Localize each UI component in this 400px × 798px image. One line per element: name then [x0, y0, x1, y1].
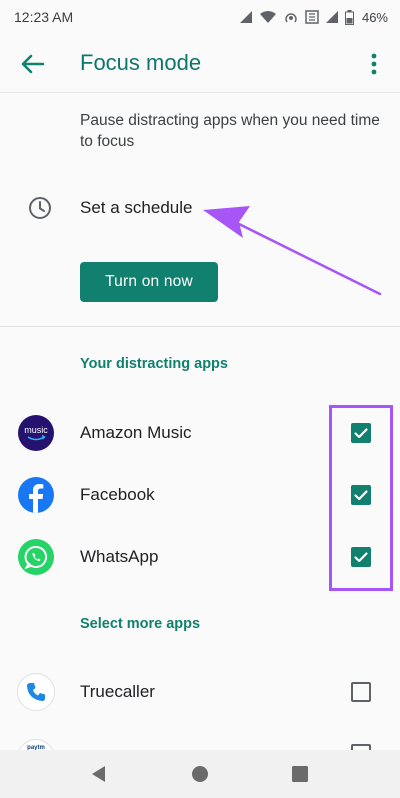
set-schedule-label: Set a schedule	[80, 198, 193, 217]
app-row-paytm[interactable]: paytm	[0, 722, 400, 750]
divider	[0, 326, 400, 327]
nav-back-icon[interactable]	[89, 764, 109, 784]
paytm-icon: paytm	[18, 740, 54, 750]
turn-on-now-button[interactable]: Turn on now	[80, 262, 218, 302]
app-row-facebook[interactable]: Facebook	[0, 465, 400, 525]
arrow-back-icon	[21, 54, 45, 74]
wifi-icon	[259, 11, 276, 23]
battery-icon	[344, 9, 354, 25]
cell-signal-icon	[325, 11, 338, 23]
more-vert-icon	[371, 53, 377, 75]
app-label: WhatsApp	[80, 547, 159, 566]
app-label: Truecaller	[80, 682, 155, 701]
battery-percent: 46%	[361, 9, 388, 25]
page-title: Focus mode	[80, 50, 202, 75]
select-more-apps-header: Select more apps	[80, 616, 201, 632]
amazon-music-icon-text: music	[24, 425, 48, 435]
app-label: Amazon Music	[80, 423, 192, 442]
truecaller-icon	[18, 674, 54, 710]
distracting-apps-header: Your distracting apps	[80, 356, 228, 372]
nav-recents-icon[interactable]	[290, 764, 310, 784]
checkbox-unchecked[interactable]	[351, 682, 371, 702]
data-icon	[305, 10, 319, 24]
checkbox-checked[interactable]	[351, 485, 371, 505]
description-text: Pause distracting apps when you need tim…	[80, 112, 380, 150]
facebook-icon	[18, 477, 54, 513]
more-options-button[interactable]	[362, 49, 386, 79]
app-label: Facebook	[80, 485, 155, 504]
status-bar: 12:23 AM 46%	[0, 0, 400, 34]
whatsapp-icon	[18, 539, 54, 575]
status-icons: 46%	[239, 6, 388, 28]
back-button[interactable]	[18, 49, 48, 79]
checkbox-checked[interactable]	[351, 423, 371, 443]
status-time: 12:23 AM	[14, 9, 74, 25]
app-row-amazon-music[interactable]: music Amazon Music	[0, 403, 400, 463]
checkbox-checked[interactable]	[351, 547, 371, 567]
set-schedule-row[interactable]: Set a schedule	[0, 185, 400, 231]
app-row-whatsapp[interactable]: WhatsApp	[0, 527, 400, 587]
system-nav-bar	[0, 750, 400, 798]
clock-icon	[29, 197, 51, 219]
app-bar: Focus mode	[0, 34, 400, 93]
amazon-music-icon: music	[18, 415, 54, 451]
hotspot-icon	[285, 13, 297, 23]
app-row-truecaller[interactable]: Truecaller	[0, 662, 400, 722]
nav-home-icon[interactable]	[190, 764, 210, 784]
signal-icon	[239, 11, 252, 23]
